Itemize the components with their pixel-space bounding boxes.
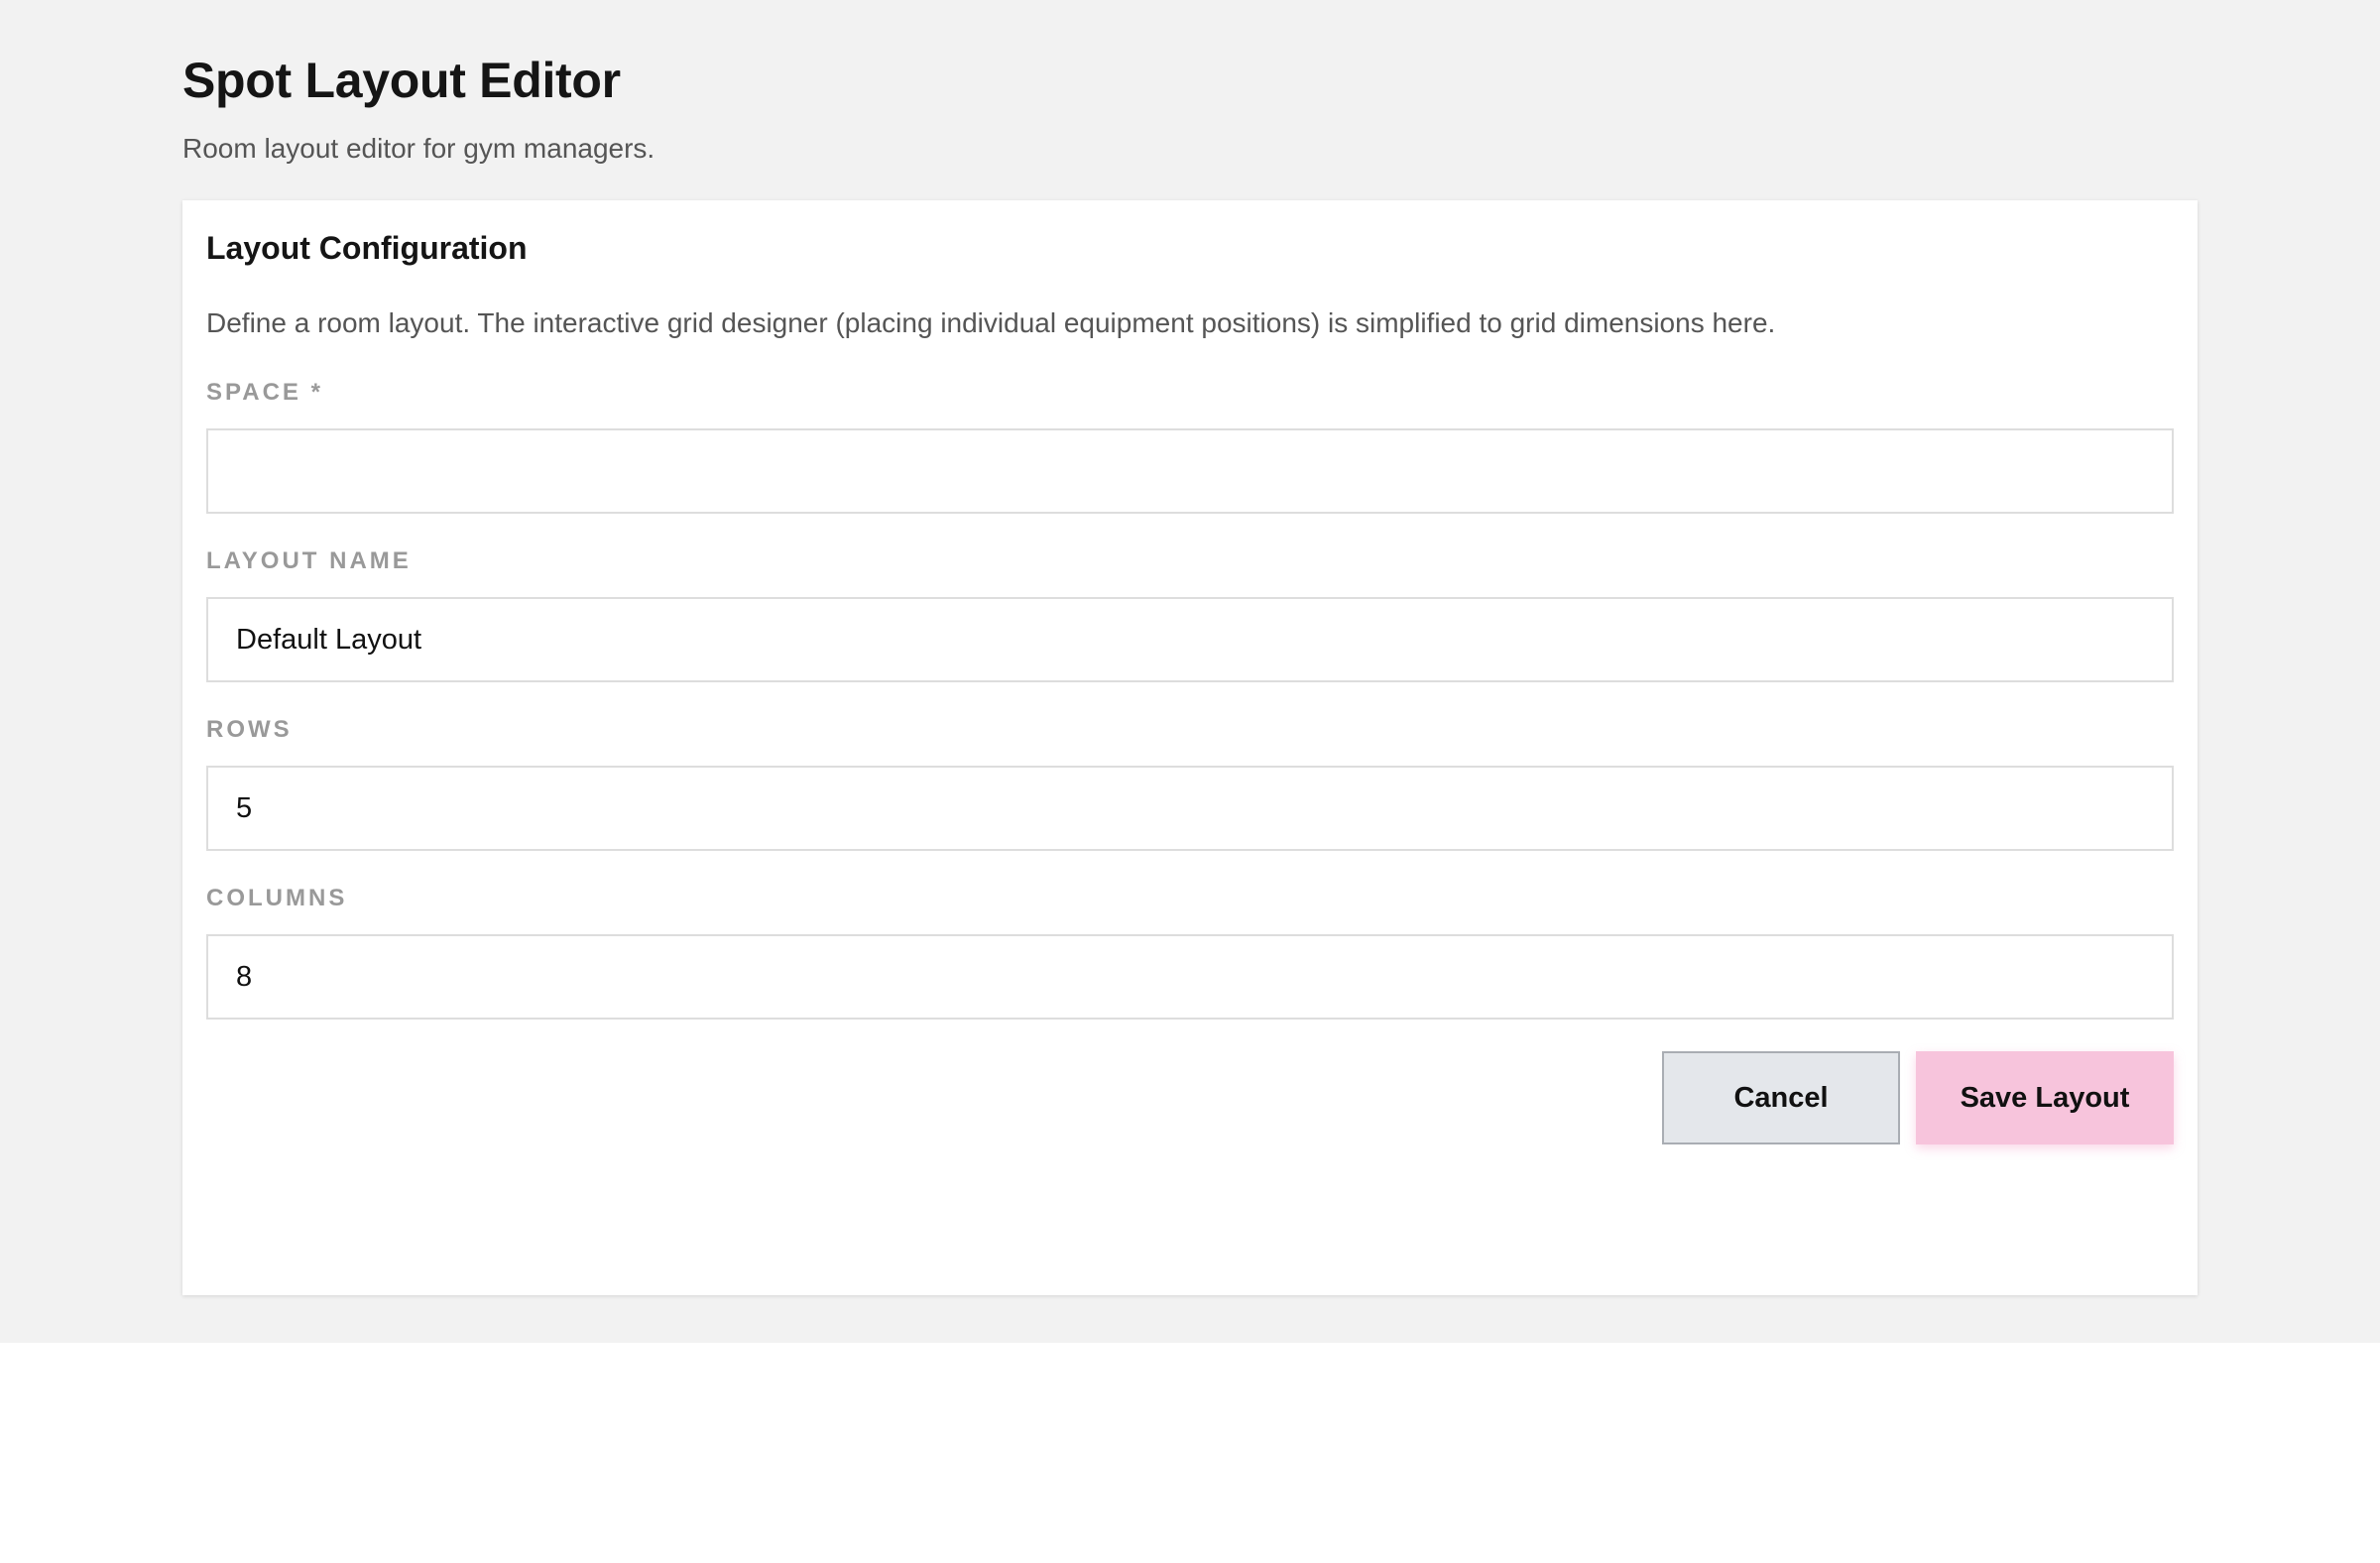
card-title: Layout Configuration [206, 230, 528, 266]
space-input[interactable] [206, 428, 2174, 514]
rows-input[interactable] [206, 766, 2174, 851]
columns-label: COLUMNS [206, 885, 348, 911]
card-description: Define a room layout. The interactive gr… [206, 307, 1776, 338]
save-layout-button[interactable]: Save Layout [1916, 1051, 2174, 1144]
page-subtitle: Room layout editor for gym managers. [182, 133, 655, 164]
columns-input[interactable] [206, 934, 2174, 1020]
rows-label: ROWS [206, 716, 293, 743]
layout-name-input[interactable] [206, 597, 2174, 682]
layout-configuration-card: Layout Configuration Define a room layou… [182, 200, 2198, 1295]
layout-name-label: LAYOUT NAME [206, 547, 412, 574]
page-title: Spot Layout Editor [182, 53, 621, 108]
cancel-button[interactable]: Cancel [1662, 1051, 1900, 1144]
space-label: SPACE * [206, 379, 323, 406]
